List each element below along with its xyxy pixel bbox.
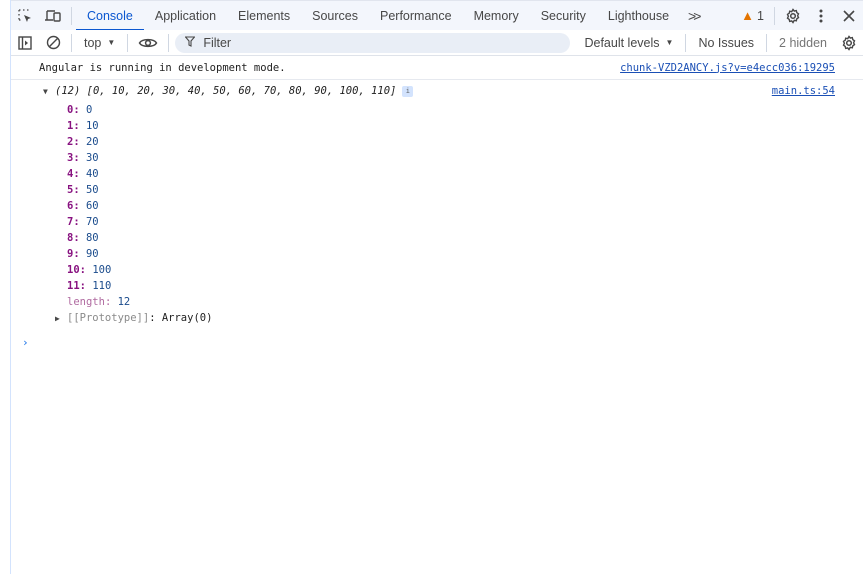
entry-value: 50 — [85, 184, 99, 196]
divider — [774, 6, 775, 25]
array-entry: 3: 30 — [67, 152, 99, 164]
array-preview: [0, 10, 20, 30, 40, 50, 60, 70, 80, 90, … — [86, 85, 397, 97]
dropdown-caret-icon: ▼ — [107, 38, 116, 47]
entry-value: 10 — [85, 120, 99, 132]
prompt-chevron-icon: › — [22, 335, 29, 349]
entry-key: 10 — [67, 264, 80, 276]
dropdown-caret-icon: ▼ — [665, 38, 674, 47]
tab-memory[interactable]: Memory — [463, 1, 530, 31]
log-levels-label: Default levels — [584, 35, 660, 50]
console-message: Angular is running in development mode. … — [11, 56, 863, 80]
entry-value: 90 — [85, 248, 99, 260]
entry-value: 20 — [85, 136, 99, 148]
array-entry: 4: 40 — [67, 168, 99, 180]
inspect-element-icon[interactable] — [11, 2, 39, 30]
array-entry: 1: 10 — [67, 120, 99, 132]
console-prompt[interactable]: › — [11, 330, 863, 354]
entry-value: 100 — [92, 264, 112, 276]
array-entry: 7: 70 — [67, 216, 99, 228]
tab-lighthouse[interactable]: Lighthouse — [597, 1, 680, 31]
more-tabs-button[interactable]: >> — [680, 1, 706, 31]
array-entry: 0: 0 — [67, 104, 93, 116]
close-icon[interactable] — [835, 2, 863, 30]
tab-application[interactable]: Application — [144, 1, 227, 31]
prototype-key: [[Prototype]] — [67, 312, 150, 324]
array-entry: 2: 20 — [67, 136, 99, 148]
clear-console-icon[interactable] — [39, 29, 67, 57]
entry-value: 30 — [85, 152, 99, 164]
info-icon[interactable]: i — [402, 85, 414, 97]
tab-console[interactable]: Console — [76, 1, 144, 31]
console-output: Angular is running in development mode. … — [11, 56, 863, 574]
divider — [168, 33, 170, 52]
console-toolbar: top ▼ Default levels ▼ No Issues 2 hidde… — [11, 30, 863, 56]
prototype-value: Array(0) — [161, 312, 213, 324]
array-entry: 11: 110 — [67, 280, 112, 292]
tab-performance[interactable]: Performance — [369, 1, 463, 31]
entry-value: 60 — [85, 200, 99, 212]
filter-funnel-icon — [184, 35, 197, 50]
entry-value: 80 — [85, 232, 99, 244]
divider — [71, 6, 72, 25]
more-options-icon[interactable] — [807, 2, 835, 30]
expand-triangle-icon[interactable]: ▼ — [43, 87, 55, 96]
live-expression-eye-icon[interactable] — [132, 29, 164, 57]
tab-sources[interactable]: Sources — [301, 1, 369, 31]
hidden-messages-count: 2 hidden — [779, 35, 827, 50]
warnings-counter[interactable]: ▲ 1 — [735, 8, 770, 23]
context-label: top — [84, 35, 102, 50]
context-selector[interactable]: top ▼ — [76, 36, 123, 50]
array-summary: (12) [0, 10, 20, 30, 40, 50, 60, 70, 80,… — [55, 85, 396, 97]
source-link[interactable]: chunk-VZD2ANCY.js?v=e4ecc036:19295 — [620, 62, 835, 74]
devtools-tab-bar: Console Application Elements Sources Per… — [11, 0, 863, 31]
entry-value: 0 — [85, 104, 93, 116]
array-length: length: 12 — [67, 296, 131, 308]
settings-gear-icon[interactable] — [779, 2, 807, 30]
array-entry: 10: 100 — [67, 264, 112, 276]
divider — [685, 33, 687, 52]
entry-value: 40 — [85, 168, 99, 180]
filter-input[interactable] — [203, 35, 571, 50]
source-link[interactable]: main.ts:54 — [772, 85, 835, 97]
collapsed-triangle-icon[interactable]: ▶ — [55, 311, 67, 327]
entry-key: 11 — [67, 280, 80, 292]
tab-security[interactable]: Security — [530, 1, 597, 31]
array-count: (12) — [55, 85, 81, 97]
panel-left-border — [10, 0, 11, 574]
show-sidebar-icon[interactable] — [11, 29, 39, 57]
length-key: length — [67, 296, 105, 308]
filter-box[interactable] — [175, 32, 571, 53]
array-entry: 5: 50 — [67, 184, 99, 196]
array-entry: 8: 80 — [67, 232, 99, 244]
message-text: Angular is running in development mode. — [39, 61, 286, 74]
entry-value: 110 — [92, 280, 112, 292]
tab-elements[interactable]: Elements — [227, 1, 301, 31]
divider — [71, 33, 72, 52]
console-settings-gear-icon[interactable] — [835, 29, 863, 57]
device-toolbar-icon[interactable] — [39, 2, 67, 30]
warning-count: 1 — [757, 8, 764, 23]
divider — [127, 33, 129, 52]
length-value: 12 — [117, 296, 131, 308]
divider — [766, 33, 768, 52]
warning-icon: ▲ — [741, 8, 755, 23]
prototype-row[interactable]: ▶ [[Prototype]]: Array(0) — [11, 310, 863, 326]
array-entry: 6: 60 — [67, 200, 99, 212]
array-entry: 9: 90 — [67, 248, 99, 260]
log-levels-dropdown[interactable]: Default levels ▼ — [576, 36, 681, 50]
array-log-header[interactable]: ▼ (12) [0, 10, 20, 30, 40, 50, 60, 70, 8… — [11, 80, 863, 102]
issues-button[interactable]: No Issues — [690, 36, 762, 50]
entry-value: 70 — [85, 216, 99, 228]
